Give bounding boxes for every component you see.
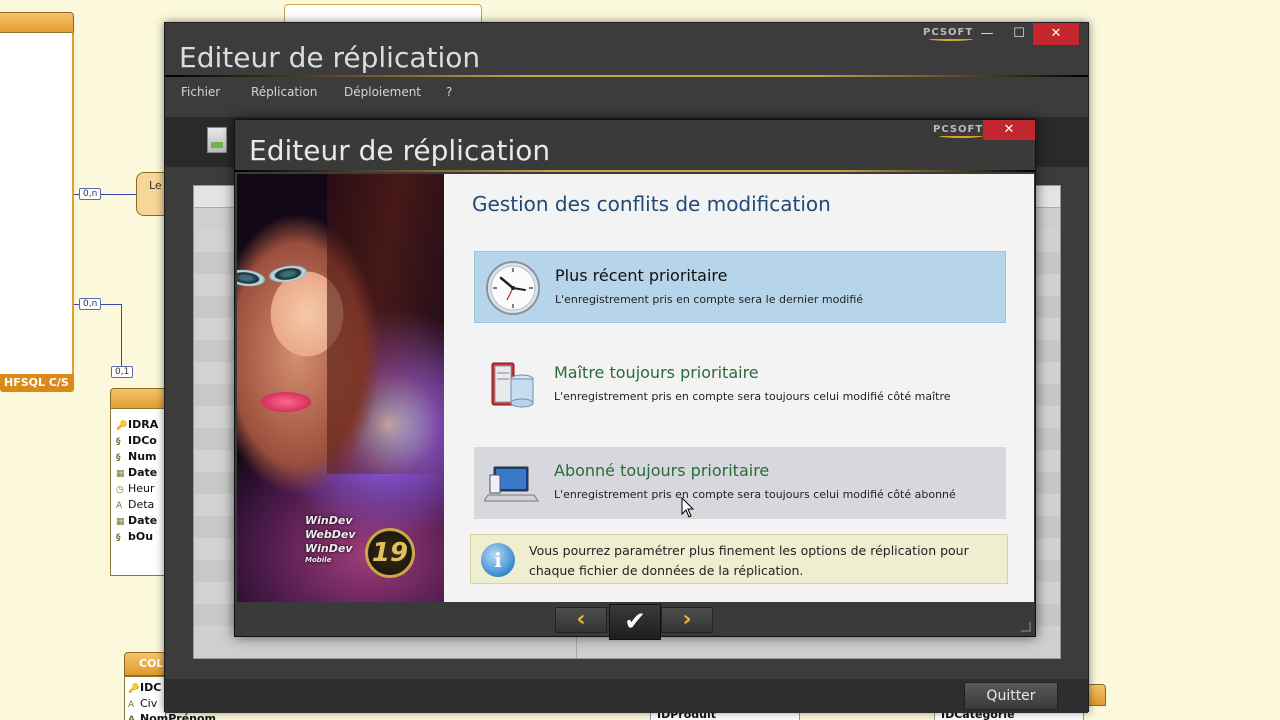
table-header: COL (124, 652, 166, 676)
table-box (0, 32, 74, 376)
dialog-close-button[interactable]: ✕ (983, 120, 1035, 140)
table-field: A NomPrénom (128, 712, 217, 720)
cardinality-label: 0,n (79, 298, 102, 310)
close-button[interactable]: ✕ (1033, 23, 1079, 45)
poster-lips (261, 392, 311, 412)
table-field: 🔑IDC (128, 681, 162, 694)
option-description: L'enregistrement pris en compte sera tou… (554, 488, 956, 501)
document-icon[interactable] (207, 127, 227, 153)
menu-help[interactable]: ? (446, 85, 452, 99)
clock-icon (486, 261, 540, 315)
menu-replication[interactable]: Réplication (251, 85, 317, 99)
relation-line (121, 304, 122, 368)
previous-button[interactable]: ‹ (555, 607, 607, 633)
validate-button[interactable]: ✔ (609, 604, 661, 640)
maximize-button[interactable]: ☐ (1001, 23, 1037, 45)
option-plus-recent[interactable]: Plus récent prioritaire L'enregistrement… (474, 251, 1006, 323)
minimize-button[interactable]: — (969, 23, 1005, 45)
hfsql-label: HFSQL C/S (0, 374, 74, 392)
quit-button[interactable]: Quitter (964, 682, 1058, 710)
info-text: Vous pourrez paramétrer plus finement le… (529, 543, 969, 578)
table-field: ◷ Heur (116, 482, 155, 495)
table-header (0, 12, 74, 34)
option-maitre[interactable]: Maître toujours prioritaire L'enregistre… (474, 349, 1006, 421)
cardinality-label: 0,1 (111, 366, 134, 378)
table-header (110, 388, 170, 410)
table-field: ▦ Date (116, 514, 158, 527)
title-divider (235, 170, 1035, 172)
option-abonne[interactable]: Abonné toujours prioritaire L'enregistre… (474, 447, 1006, 519)
cardinality-label: 0,n (79, 188, 102, 200)
resize-grip[interactable] (1021, 622, 1031, 632)
table-field: A Civ (128, 697, 158, 710)
table-field: A Deta (116, 498, 155, 511)
next-button[interactable]: › (661, 607, 713, 633)
info-box: i Vous pourrez paramétrer plus finement … (470, 534, 1008, 584)
table-field: § bOu (116, 530, 154, 543)
mouse-cursor-icon (681, 497, 695, 518)
dialog-title: Editeur de réplication (249, 134, 551, 167)
option-title: Maître toujours prioritaire (554, 363, 759, 382)
relation-text: Le (149, 179, 162, 192)
table-field: ▦ Date (116, 466, 158, 479)
poster-hair (327, 174, 444, 474)
replication-wizard-dialog: Editeur de réplication PCSOFT ✕ WinDev W… (234, 119, 1036, 640)
poster-eye (237, 268, 266, 288)
table-field: 🔑IDRA (116, 418, 159, 431)
option-description: L'enregistrement pris en compte sera tou… (554, 390, 951, 403)
poster-eye (268, 263, 308, 285)
window-title: Editeur de réplication (179, 41, 481, 74)
page-heading: Gestion des conflits de modification (472, 192, 831, 216)
menu-deploiement[interactable]: Déploiement (344, 85, 421, 99)
wizard-content: Gestion des conflits de modification Plu… (444, 174, 1034, 602)
server-icon (491, 362, 534, 408)
table-field: § Num (116, 450, 157, 463)
footer-bar: Quitter (165, 679, 1088, 713)
poster-brand: WinDev WebDev WinDev Mobile (305, 514, 356, 564)
menu-bar: Fichier Réplication Déploiement ? (165, 79, 1088, 107)
version-badge: 19 (365, 528, 415, 578)
menu-fichier[interactable]: Fichier (181, 85, 220, 99)
wizard-navigation: ‹ ✔ › (555, 604, 715, 640)
info-icon: i (481, 543, 515, 577)
table-field: § IDCo (116, 434, 157, 447)
pcsoft-logo: PCSOFT (923, 27, 974, 41)
option-description: L'enregistrement pris en compte sera le … (555, 293, 864, 306)
title-divider (165, 75, 1088, 77)
option-title: Plus récent prioritaire (555, 266, 728, 285)
option-title: Abonné toujours prioritaire (554, 461, 770, 480)
windev-poster-image: WinDev WebDev WinDev Mobile 19 (237, 174, 444, 602)
laptop-icon (484, 466, 539, 502)
pcsoft-logo: PCSOFT (933, 124, 984, 138)
